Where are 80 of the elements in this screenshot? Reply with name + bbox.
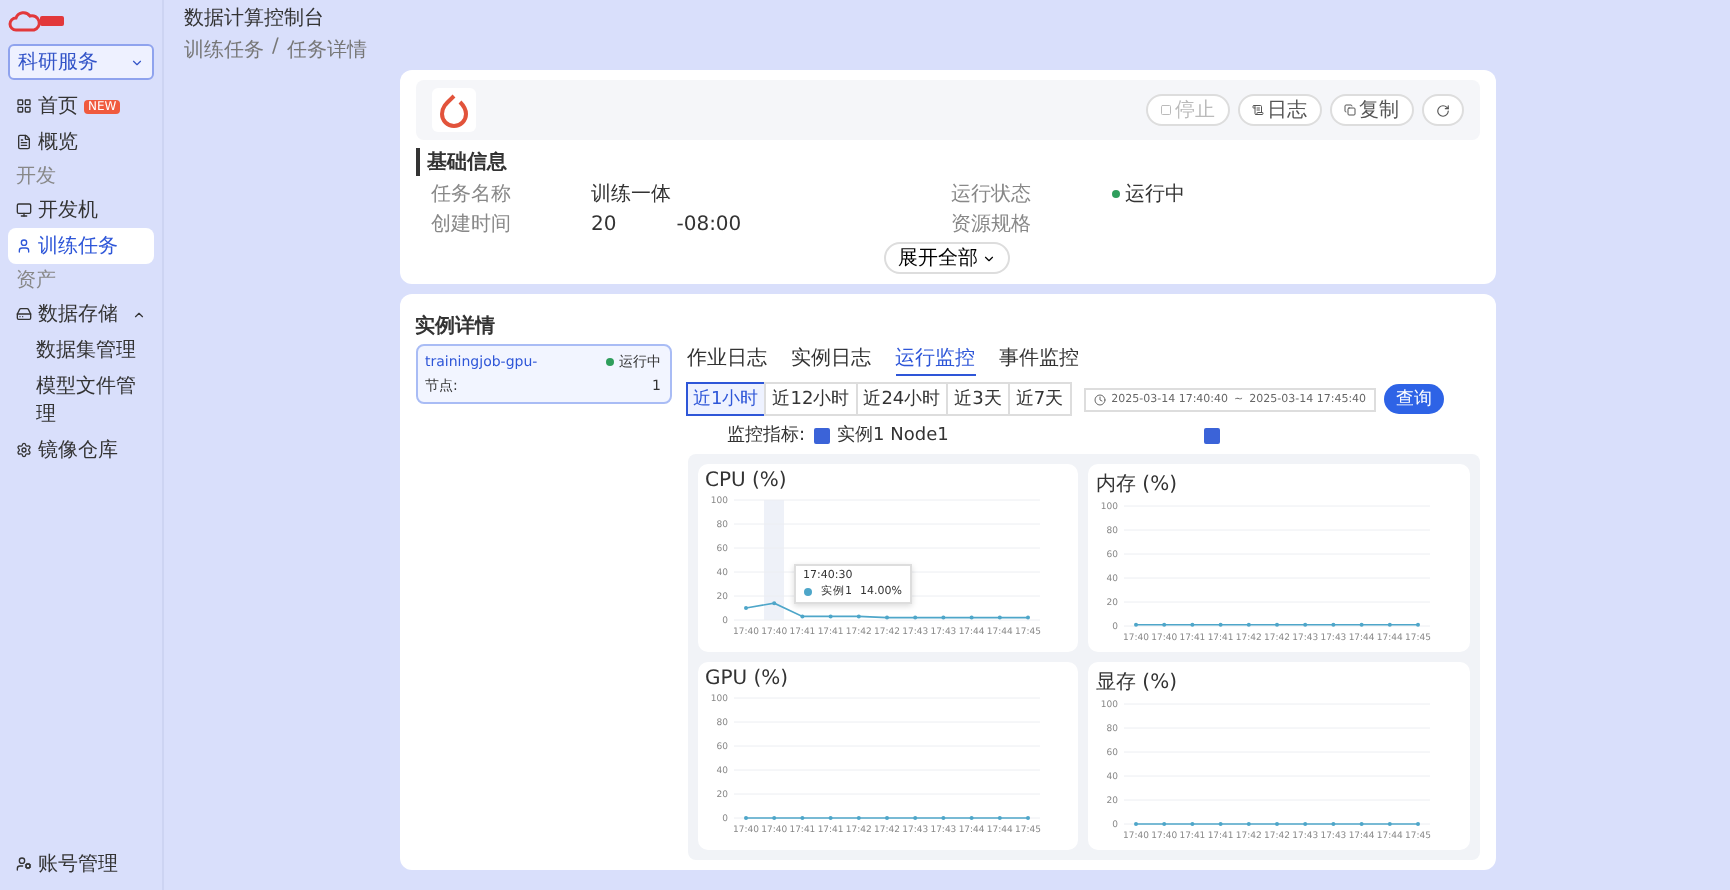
nav-icon	[16, 98, 32, 114]
data-point	[1190, 622, 1195, 627]
nav-subitem[interactable]: 模型文件管理	[8, 368, 154, 432]
chart-title: GPU (%)	[705, 668, 791, 690]
tab[interactable]: 实例日志	[791, 344, 871, 376]
data-point	[912, 615, 917, 620]
status-text: 运行中	[1111, 180, 1185, 208]
data-point	[1246, 622, 1251, 627]
data-point	[771, 601, 776, 606]
nav-icon	[16, 238, 32, 254]
refresh-icon	[1435, 103, 1449, 117]
expand-button[interactable]: 展开全部	[884, 242, 1010, 274]
tab[interactable]: 事件监控	[999, 344, 1079, 376]
field-value: 20	[591, 213, 617, 235]
data-point	[940, 615, 945, 620]
nav-item[interactable]: 账号管理	[8, 846, 154, 882]
field-label: 运行状态	[951, 181, 1033, 208]
nav-icon	[16, 306, 32, 322]
refresh-button[interactable]	[1421, 94, 1463, 126]
page-title: 数据计算控制台	[182, 5, 326, 34]
data-point	[1162, 622, 1167, 627]
field-label: 创建时间	[431, 211, 513, 238]
range-button[interactable]: 近24小时	[855, 382, 949, 416]
tab[interactable]: 作业日志	[687, 344, 767, 376]
breadcrumb-separator: /	[272, 36, 279, 62]
nav-item[interactable]: 开发机	[8, 192, 154, 228]
chart-title: 显存 (%)	[1096, 670, 1179, 696]
range-button[interactable]: 近12小时	[764, 382, 858, 416]
field-value: -08:00	[676, 213, 742, 235]
field-label: 任务名称	[431, 182, 513, 208]
tab[interactable]: 运行监控	[895, 344, 975, 376]
nav-icon	[16, 134, 32, 150]
nav-subitem[interactable]: 数据集管理	[8, 332, 154, 368]
query-button[interactable]: 查询	[1384, 384, 1445, 414]
data-point	[1387, 622, 1392, 627]
chart-title: 内存 (%)	[1096, 471, 1179, 498]
data-point	[1359, 622, 1364, 627]
range-button[interactable]: 近7天	[1007, 382, 1072, 416]
legend-dot	[803, 587, 811, 595]
copy-icon	[1343, 104, 1355, 116]
nav-section-label: 资产	[14, 267, 58, 296]
nav-icon	[16, 202, 32, 218]
action-button[interactable]: 日志	[1237, 94, 1321, 126]
nav-item[interactable]: 镜像仓库	[8, 432, 154, 468]
data-point	[855, 614, 860, 619]
nav-section-label: 开发	[14, 164, 58, 192]
checkbox[interactable]	[813, 427, 830, 443]
data-point	[996, 615, 1001, 620]
workspace-select[interactable]: 科研服务	[8, 44, 154, 80]
nav-item[interactable]: 训练任务	[8, 228, 154, 264]
data-point	[827, 614, 832, 619]
checkbox-label: 实例1 Node1	[837, 423, 949, 448]
data-point	[1218, 622, 1223, 627]
document-icon	[1251, 104, 1263, 116]
section-title: 基础信息	[415, 148, 1479, 176]
filter-label: 监控指标:	[727, 423, 806, 448]
range-button[interactable]: 近3天	[946, 382, 1010, 416]
breadcrumb-item[interactable]: 训练任务	[184, 36, 264, 64]
data-point	[1303, 622, 1308, 627]
caret-icon	[982, 251, 996, 265]
chart-title: CPU (%)	[705, 470, 789, 492]
checkbox[interactable]	[1204, 427, 1221, 443]
data-point	[1331, 622, 1336, 627]
user-icon	[16, 856, 32, 872]
clock-icon	[1093, 393, 1106, 405]
cloud-logo-icon	[8, 10, 68, 34]
action-button[interactable]: 复制	[1329, 94, 1413, 126]
nav-item[interactable]: 概览	[8, 124, 154, 160]
nav-item[interactable]: 数据存储	[8, 296, 154, 332]
field-label: 资源规格	[951, 211, 1033, 238]
data-point	[968, 615, 973, 620]
stop-icon	[1159, 104, 1171, 116]
field-value: 训练一体	[591, 181, 671, 208]
data-point	[799, 614, 804, 619]
breadcrumb-item: 任务详情	[286, 37, 367, 64]
task-logo-icon	[431, 88, 475, 132]
nav-icon	[16, 442, 32, 458]
section-title: 实例详情	[415, 312, 497, 340]
caret-icon	[130, 55, 144, 69]
range-button[interactable]: 近1小时	[685, 382, 767, 416]
